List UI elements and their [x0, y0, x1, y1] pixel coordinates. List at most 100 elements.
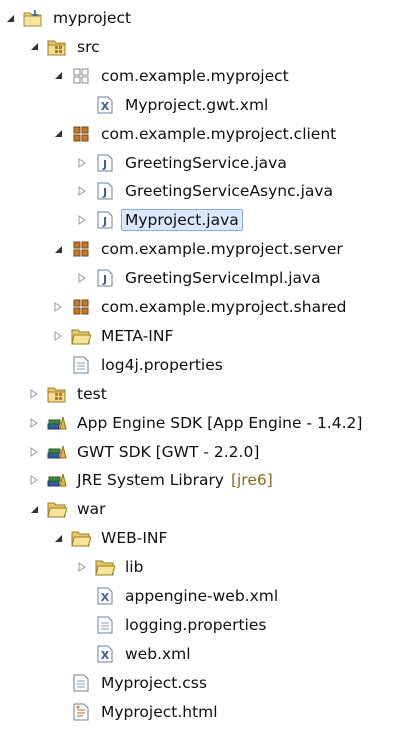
tree-item[interactable]: J Myproject.java	[75, 209, 243, 232]
library-icon	[47, 442, 67, 462]
java-file-icon: J	[95, 153, 115, 173]
source-folder-icon	[47, 37, 67, 57]
project-icon	[23, 8, 43, 28]
tree-item[interactable]: log4j.properties	[51, 354, 227, 376]
tree-item-label: META-INF	[101, 326, 174, 345]
package-icon	[71, 239, 91, 259]
collapse-arrow-icon[interactable]	[3, 7, 17, 29]
tree-item-label: war	[77, 500, 106, 519]
tree-item[interactable]: META-INF	[51, 325, 177, 347]
tree-item-label: myproject	[53, 9, 132, 27]
tree-item[interactable]: X Myproject.gwt.xml	[75, 94, 272, 116]
tree-item-label: log4j.properties	[101, 355, 223, 374]
collapse-arrow-icon[interactable]	[51, 527, 65, 549]
text-file-icon	[71, 673, 91, 693]
tree-item-label: WEB-INF	[101, 529, 168, 548]
text-file-icon	[71, 355, 91, 375]
expand-arrow-icon[interactable]	[27, 441, 41, 463]
collapse-arrow-icon[interactable]	[27, 498, 41, 520]
collapse-arrow-icon[interactable]	[51, 123, 65, 145]
tree-item-label: com.example.myproject.server	[101, 240, 343, 259]
folder-icon	[71, 326, 91, 346]
expand-arrow-icon[interactable]	[75, 267, 89, 289]
tree-item[interactable]: com.example.myproject.server	[51, 238, 347, 260]
tree-item[interactable]: com.example.myproject.client	[51, 123, 340, 145]
expand-arrow-icon[interactable]	[75, 180, 89, 202]
svg-text:J: J	[102, 158, 107, 171]
expand-arrow-icon[interactable]	[75, 152, 89, 174]
package-icon	[71, 297, 91, 317]
tree-item[interactable]: JRE System Library [jre6]	[27, 469, 277, 491]
expand-arrow-icon[interactable]	[75, 209, 89, 231]
tree-item-label: com.example.myproject.client	[101, 124, 337, 143]
tree-item[interactable]: com.example.myproject.shared	[51, 296, 350, 318]
html-file-icon	[71, 702, 91, 722]
tree-item[interactable]: GWT SDK [GWT - 2.2.0]	[27, 441, 263, 463]
tree-item-label: logging.properties	[125, 615, 267, 634]
expand-arrow-icon[interactable]	[51, 296, 65, 318]
expand-arrow-icon[interactable]	[27, 383, 41, 405]
tree-item-label: JRE System Library [jre6]	[77, 471, 273, 490]
library-icon	[47, 413, 67, 433]
java-file-icon: J	[95, 210, 115, 230]
svg-text:J: J	[102, 186, 107, 199]
java-file-icon: J	[95, 181, 115, 201]
xml-file-icon: X	[95, 644, 115, 664]
svg-text:X: X	[101, 591, 110, 604]
svg-text:J: J	[102, 215, 107, 228]
tree-item[interactable]: com.example.myproject	[51, 65, 293, 87]
expand-arrow-icon[interactable]	[75, 556, 89, 578]
collapse-arrow-icon[interactable]	[51, 65, 65, 87]
java-file-icon: J	[95, 268, 115, 288]
text-file-icon	[95, 615, 115, 635]
tree-item-label: web.xml	[125, 644, 191, 663]
expand-arrow-icon[interactable]	[51, 325, 65, 347]
tree-item-label: GWT SDK [GWT - 2.2.0]	[77, 442, 260, 461]
collapse-arrow-icon[interactable]	[51, 238, 65, 260]
svg-text:X: X	[101, 649, 110, 662]
tree-item-label: GreetingService.java	[125, 153, 287, 172]
tree-item-label: test	[77, 384, 107, 403]
tree-item[interactable]: WEB-INF	[51, 527, 171, 549]
expand-arrow-icon[interactable]	[27, 469, 41, 491]
tree-item-label: Myproject.css	[101, 673, 207, 692]
tree-item[interactable]: Xweb.xml	[75, 643, 195, 665]
tree-item[interactable]: logging.properties	[75, 614, 270, 636]
tree-item[interactable]: Myproject.html	[51, 701, 222, 723]
tree-item[interactable]: test	[27, 383, 111, 405]
tree-item[interactable]: J GreetingServiceImpl.java	[75, 267, 325, 289]
tree-item[interactable]: App Engine SDK [App Engine - 1.4.2]	[27, 412, 366, 434]
tree-item[interactable]: Xappengine-web.xml	[75, 585, 282, 607]
tree-item-label: GreetingServiceAsync.java	[125, 182, 334, 201]
folder-icon	[71, 528, 91, 548]
tree-item-label: com.example.myproject.shared	[101, 298, 347, 316]
project-explorer-tree: myproject src com.example.myproject X Myproj…	[0, 0, 409, 733]
package-empty-icon	[71, 66, 91, 86]
tree-item[interactable]: J GreetingService.java	[75, 152, 291, 174]
expand-arrow-icon[interactable]	[27, 412, 41, 434]
tree-item[interactable]: Myproject.css	[51, 672, 211, 694]
tree-item-label: lib	[125, 558, 144, 577]
tree-item[interactable]: lib	[75, 556, 147, 578]
tree-item[interactable]: J GreetingServiceAsync.java	[75, 180, 337, 202]
tree-item[interactable]: src	[27, 36, 104, 58]
svg-text:X: X	[101, 100, 110, 113]
folder-icon	[47, 499, 67, 519]
tree-item[interactable]: myproject	[3, 7, 135, 29]
xml-file-icon: X	[95, 95, 115, 115]
folder-icon	[95, 557, 115, 577]
tree-item-label: Myproject.gwt.xml	[125, 95, 269, 114]
tree-item-label: appengine-web.xml	[125, 587, 279, 605]
tree-item-label: App Engine SDK [App Engine - 1.4.2]	[77, 413, 363, 432]
library-icon	[47, 470, 67, 490]
collapse-arrow-icon[interactable]	[27, 36, 41, 58]
xml-file-icon: X	[95, 586, 115, 606]
tree-item[interactable]: war	[27, 498, 110, 520]
